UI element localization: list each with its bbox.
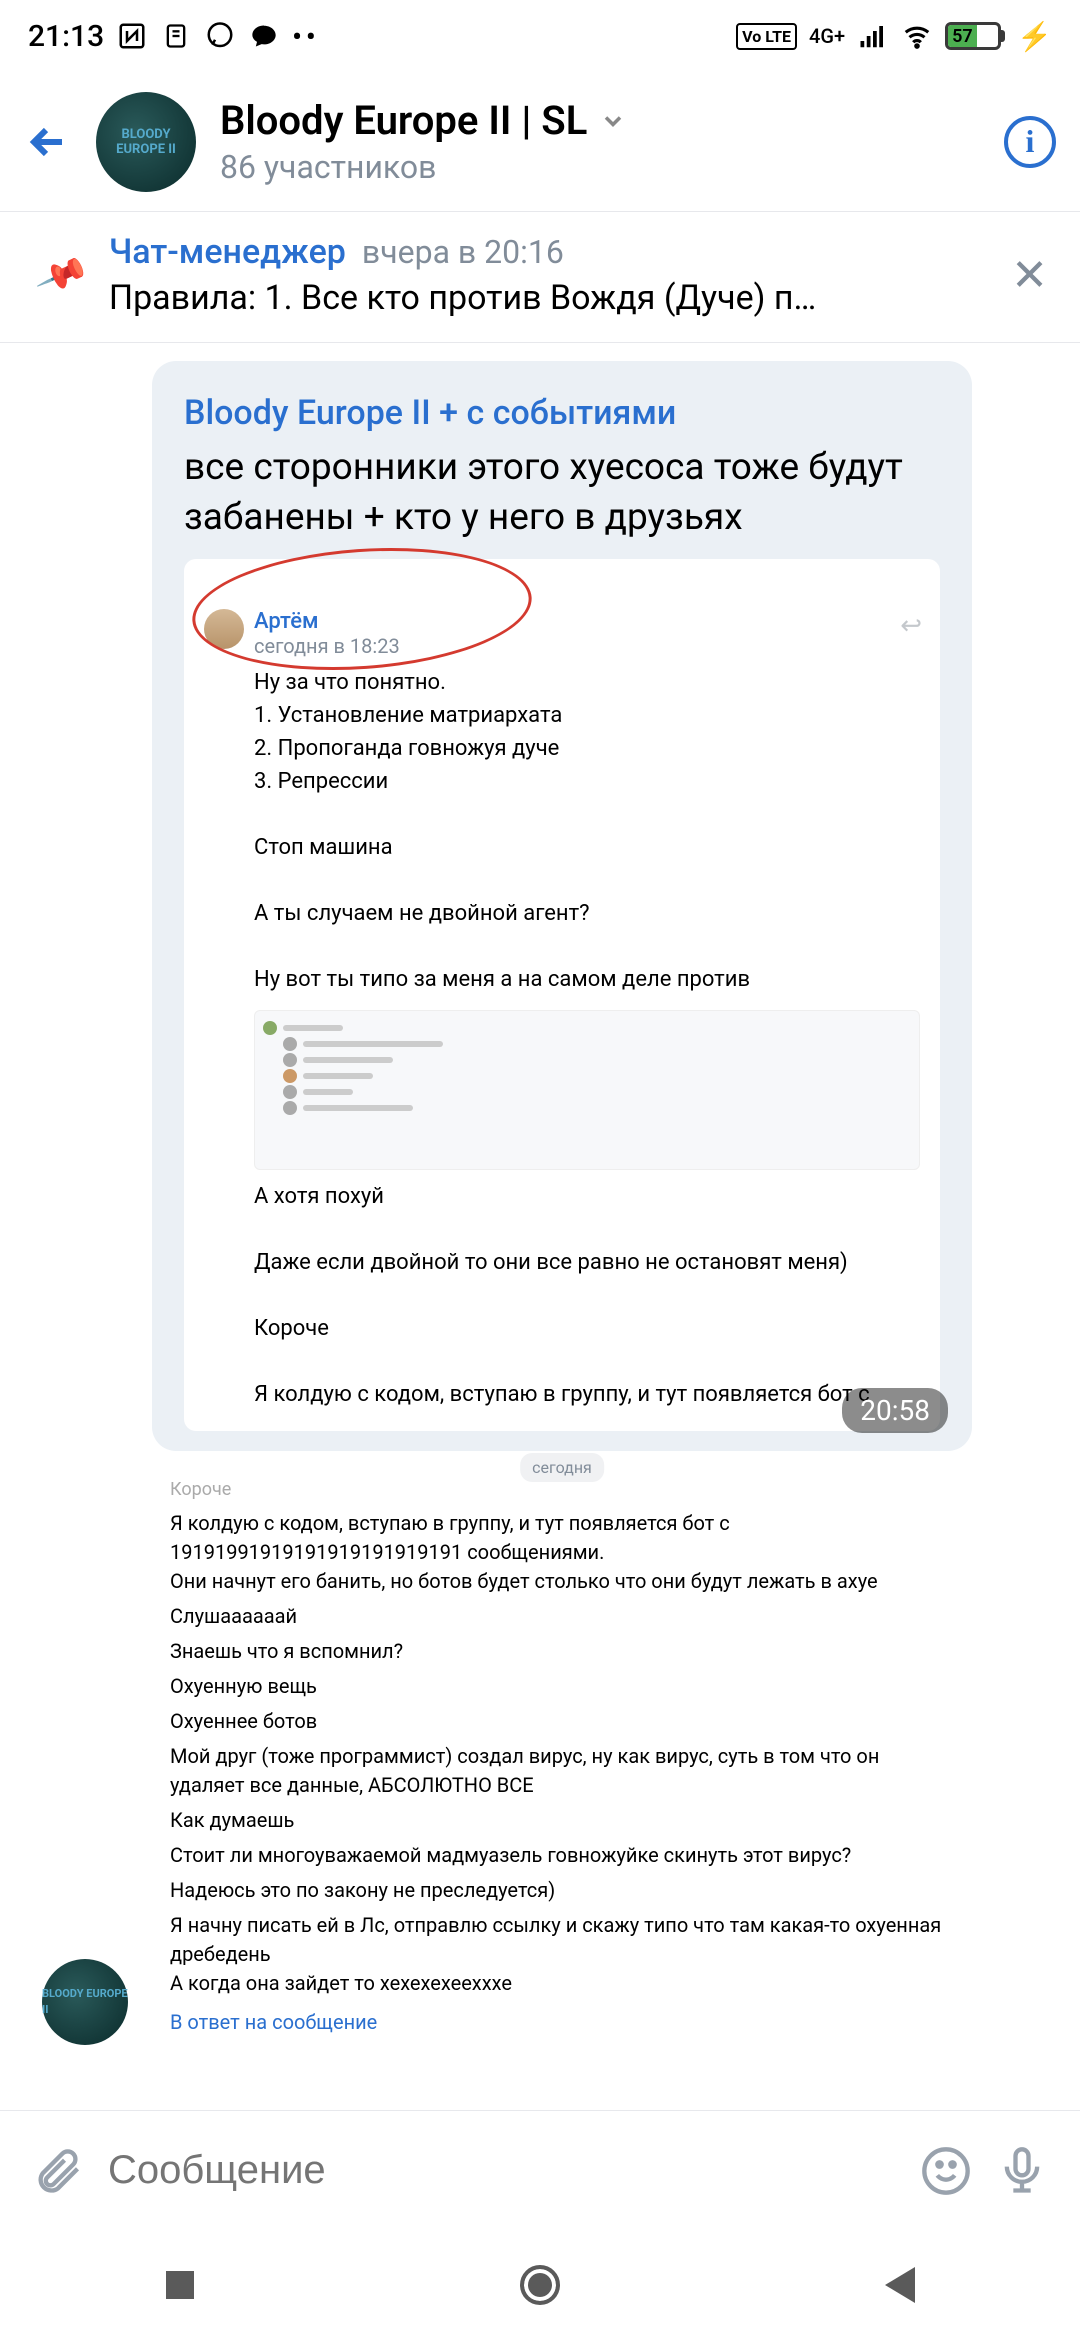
chat-avatar[interactable]: BLOODY EUROPE II — [96, 92, 196, 192]
inner-avatar — [204, 609, 244, 649]
message-composer — [0, 2110, 1080, 2230]
close-icon[interactable]: ✕ — [1011, 249, 1048, 301]
mic-icon[interactable] — [996, 2145, 1048, 2197]
pin-icon: 📌 — [34, 248, 90, 303]
message-bubble-2[interactable]: сегодня BLOODY EUROPE II Короче Я колдую… — [152, 1461, 972, 2053]
inner-username: Артём — [254, 609, 319, 634]
wifi-icon — [901, 20, 933, 52]
msg2-p1: Я колдую с кодом, вступаю в группу, и ту… — [170, 1509, 954, 1596]
status-time: 21:13 — [28, 19, 104, 54]
sender-avatar[interactable]: BLOODY EUROPE II — [42, 1959, 128, 2045]
chat-subtitle: 86 участников — [220, 148, 980, 186]
attached-screenshot[interactable]: ↩ Артём сегодня в 18:23 Ну за что понятн… — [184, 559, 940, 1431]
whatsapp-icon — [204, 20, 236, 52]
pinned-message[interactable]: 📌 Чат-менеджер вчера в 20:16 Правила: 1.… — [0, 212, 1080, 343]
msg2-p5: Охуеннее ботов — [170, 1707, 954, 1736]
emoji-icon[interactable] — [920, 2145, 972, 2197]
status-left: 21:13 •• — [28, 19, 320, 54]
reply-link[interactable]: В ответ на сообщение — [170, 2008, 954, 2037]
chat-bubble-icon — [248, 20, 280, 52]
msg2-p6: Мой друг (тоже программист) создал вирус… — [170, 1742, 954, 1800]
battery-level: 57 — [948, 25, 977, 47]
signal-icon — [857, 20, 889, 52]
msg2-p4: Охуенную вещь — [170, 1672, 954, 1701]
pinned-text: Правила: 1. Все кто против Вождя (Дуче) … — [109, 278, 929, 318]
inner-message-text-bottom: А хотя похуй Даже если двойной то они вс… — [254, 1180, 920, 1411]
pinned-author: Чат-менеджер — [109, 232, 346, 272]
info-icon[interactable]: i — [1004, 116, 1056, 168]
status-right: Vo LTE 4G+ 57 ⚡ — [736, 20, 1052, 53]
message-bubble[interactable]: Bloody Europe II + с событиями все сторо… — [152, 361, 972, 1451]
document-icon — [160, 20, 192, 52]
date-separator: сегодня — [520, 1453, 604, 1482]
battery-icon: 57 — [945, 22, 1001, 50]
attach-icon[interactable] — [32, 2145, 84, 2197]
header-text-block[interactable]: Bloody Europe II | SL 86 участников — [220, 97, 980, 186]
msg2-p10: Я начну писать ей в Лс, отправлю ссылку … — [170, 1911, 954, 1998]
reply-source-name[interactable]: Bloody Europe II + с событиями — [184, 393, 940, 433]
share-icon: ↩ — [900, 611, 922, 641]
inner-timestamp: сегодня в 18:23 — [254, 634, 400, 658]
charging-icon: ⚡ — [1017, 20, 1052, 53]
nav-back[interactable] — [876, 2261, 924, 2309]
pinned-time: вчера в 20:16 — [362, 233, 564, 271]
back-icon[interactable] — [24, 118, 72, 166]
messages-area[interactable]: Bloody Europe II + с событиями все сторо… — [0, 343, 1080, 2110]
message-input[interactable] — [108, 2148, 896, 2193]
pinned-body: Чат-менеджер вчера в 20:16 Правила: 1. В… — [109, 232, 987, 318]
inner-message-text-top: Ну за что понятно. 1. Установление матри… — [254, 666, 920, 996]
msg2-p3: Знаешь что я вспомнил? — [170, 1637, 954, 1666]
network-label: 4G+ — [809, 24, 845, 48]
more-dots-icon: •• — [292, 20, 320, 53]
msg2-p8: Стоит ли многоуважаемой мадмуазель говно… — [170, 1841, 954, 1870]
system-nav-bar — [0, 2230, 1080, 2340]
inner-embedded-chat — [254, 1010, 920, 1170]
chevron-down-icon[interactable] — [599, 107, 627, 135]
chat-header: BLOODY EUROPE II Bloody Europe II | SL 8… — [0, 72, 1080, 212]
nav-home[interactable] — [516, 2261, 564, 2309]
msg2-p2: Слушаааааай — [170, 1602, 954, 1631]
message-time: 20:58 — [842, 1388, 948, 1433]
msg2-p7: Как думаешь — [170, 1806, 954, 1835]
msg2-p9: Надеюсь это по закону не преследуется) — [170, 1876, 954, 1905]
volte-icon: Vo LTE — [736, 23, 797, 50]
nfc-icon — [116, 20, 148, 52]
status-bar: 21:13 •• Vo LTE 4G+ 57 ⚡ — [0, 0, 1080, 72]
nav-recent[interactable] — [156, 2261, 204, 2309]
chat-title: Bloody Europe II | SL — [220, 97, 587, 144]
reply-quoted-text: все сторонники этого хуесоса тоже будут … — [184, 443, 940, 543]
